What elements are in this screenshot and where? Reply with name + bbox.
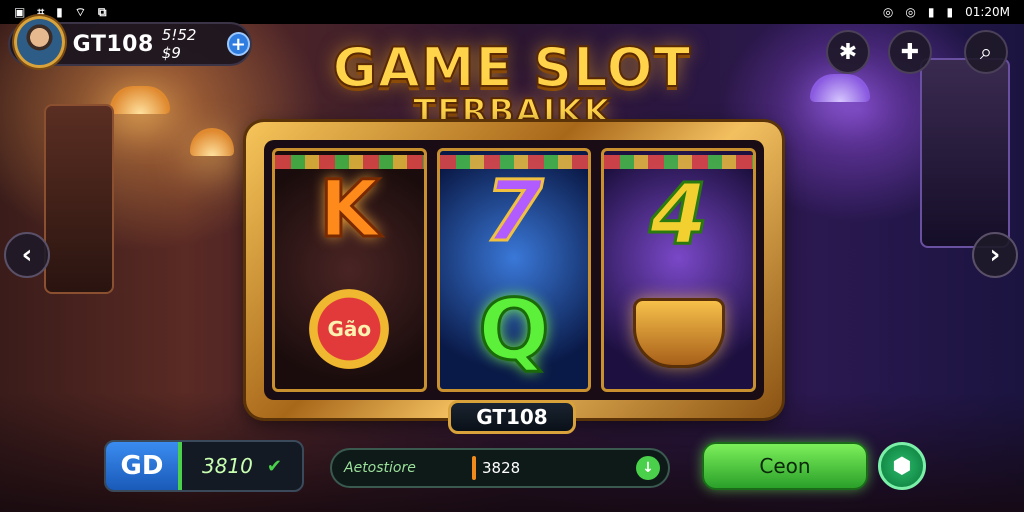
status-icon-4: ⌔ [74,4,86,19]
arrow-down-icon[interactable]: ↓ [636,456,660,480]
symbol-coin: Gão [309,289,390,369]
win-divider [472,456,476,480]
status-icon-5: ⧉ [98,4,107,19]
symbol-seven: 7 [483,161,544,260]
auto-spin-icon[interactable]: ⬢ [878,442,926,490]
reel-3[interactable]: 4 [601,148,757,392]
reel-1-gems [275,155,424,169]
status-icon-1: ▣ [14,5,26,19]
reel-1[interactable]: K Gão [272,148,427,392]
next-arrow-icon[interactable]: › [972,232,1018,278]
reel-3-gems [604,155,754,169]
reel-2-gems [439,155,589,169]
battery-icon: ▮ [927,5,935,19]
prev-arrow-icon[interactable]: ‹ [4,232,50,278]
win-panel: Aetostiore 3828 ↓ [330,448,670,488]
brand-badge: GT108 [448,400,576,434]
status-time: 01:20M [965,5,1010,19]
win-value: 3828 [482,459,521,477]
status-icon-3: ▮ [56,5,63,19]
slot-frame: K Gão 7 Q 4 [246,122,782,418]
status-right: ◎ ◎ ▮ ▮ 01:20M [883,5,1010,19]
win-label: Aetostiore [344,460,416,476]
lamp-left-small [190,128,234,156]
gd-button[interactable]: GD [106,442,182,490]
bet-panel: GD 3810 ✔ [104,440,304,492]
sim-icon: ▮ [946,5,954,19]
bet-value: 3810 [202,454,253,478]
status-left: ▣ ⌗ ▮ ⌔ ⧉ [14,5,107,20]
check-icon[interactable]: ✔ [267,456,282,477]
status-bar: ▣ ⌗ ▮ ⌔ ⧉ ◎ ◎ ▮ ▮ 01:20M [0,0,1024,24]
symbol-four: 4 [648,165,709,263]
slot-machine-decor-left [44,104,114,294]
wifi-icon: ◎ [905,5,916,19]
game-title: GAME SLOT [332,35,692,100]
spin-button[interactable]: Ceon [702,442,868,490]
symbol-k: K [318,165,381,255]
reels-container: K Gão 7 Q 4 [264,140,764,400]
symbol-treasure-pot [632,298,725,368]
reel-2[interactable]: 7 Q [436,148,592,392]
symbol-q: Q [477,280,551,379]
signal-icon: ◎ [882,5,894,19]
